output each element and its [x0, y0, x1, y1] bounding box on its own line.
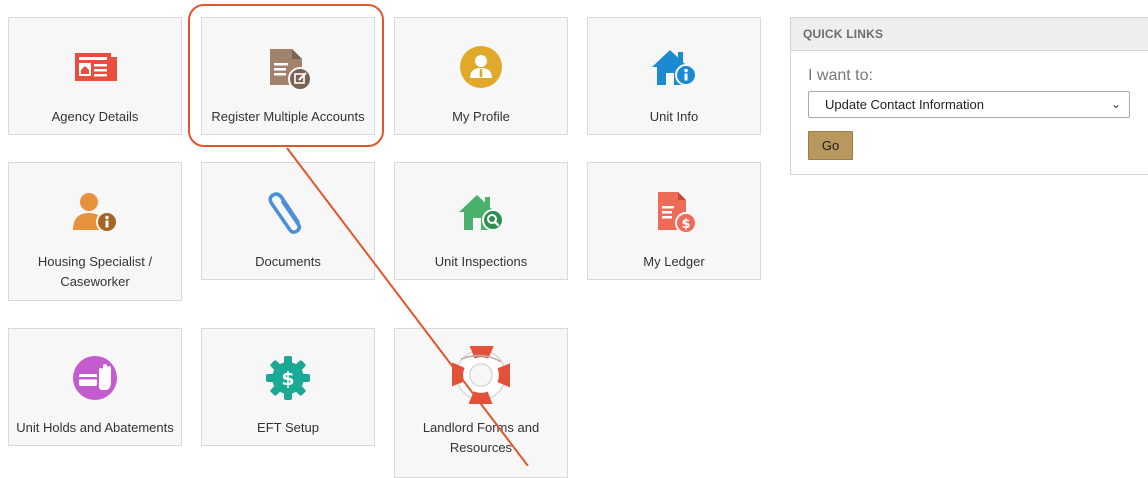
- quick-links-select[interactable]: Update Contact Information ⌄: [808, 91, 1130, 118]
- paperclip-icon: [268, 192, 302, 235]
- tile-agency-details[interactable]: Agency Details: [8, 17, 182, 135]
- svg-text:$: $: [281, 368, 294, 390]
- house-search-icon: [459, 195, 504, 231]
- tile-eft-setup[interactable]: $ EFT Setup: [201, 328, 375, 446]
- tile-label: Unit Inspections: [434, 254, 528, 269]
- tile-label: My Ledger: [643, 254, 705, 269]
- tile-label: EFT Setup: [257, 420, 319, 435]
- quick-links-title: QUICK LINKS: [791, 18, 1148, 51]
- tile-register-multiple-accounts[interactable]: Register Multiple Accounts: [201, 17, 375, 135]
- agency-details-icon: [75, 53, 117, 81]
- tile-label: Housing Specialist / Caseworker: [37, 254, 153, 289]
- tile-label: Unit Holds and Abatements: [16, 420, 174, 435]
- tile-documents[interactable]: Documents: [201, 162, 375, 280]
- selected-option: Update Contact Information: [825, 97, 984, 112]
- tile-label: Landlord Forms and Resources: [422, 420, 540, 455]
- go-button[interactable]: Go: [808, 131, 853, 160]
- lifebuoy-icon: [452, 346, 510, 404]
- tile-unit-info[interactable]: Unit Info: [587, 17, 761, 135]
- tile-label: Agency Details: [51, 109, 139, 124]
- house-info-icon: [652, 50, 697, 86]
- chevron-down-icon: ⌄: [1110, 97, 1121, 111]
- tile-label: My Profile: [452, 109, 510, 124]
- gear-dollar-icon: $: [266, 356, 310, 400]
- register-accounts-icon: [270, 49, 312, 91]
- tile-housing-specialist[interactable]: Housing Specialist / Caseworker: [8, 162, 182, 301]
- tile-my-ledger[interactable]: $ My Ledger: [587, 162, 761, 280]
- tile-label: Unit Info: [649, 109, 699, 124]
- svg-text:$: $: [681, 217, 690, 232]
- quick-links-panel: QUICK LINKS I want to: Update Contact In…: [790, 17, 1148, 175]
- user-profile-icon: [460, 46, 502, 88]
- tile-label: Register Multiple Accounts: [211, 109, 365, 124]
- tile-landlord-forms[interactable]: Landlord Forms and Resources: [394, 328, 568, 478]
- card-hand-icon: [73, 356, 117, 400]
- tile-unit-inspections[interactable]: Unit Inspections: [394, 162, 568, 280]
- want-to-label: I want to:: [808, 67, 873, 84]
- tile-my-profile[interactable]: My Profile: [394, 17, 568, 135]
- tile-label: Documents: [255, 254, 321, 269]
- tile-unit-holds[interactable]: Unit Holds and Abatements: [8, 328, 182, 446]
- ledger-dollar-icon: $: [658, 192, 697, 234]
- person-info-icon: [73, 193, 118, 233]
